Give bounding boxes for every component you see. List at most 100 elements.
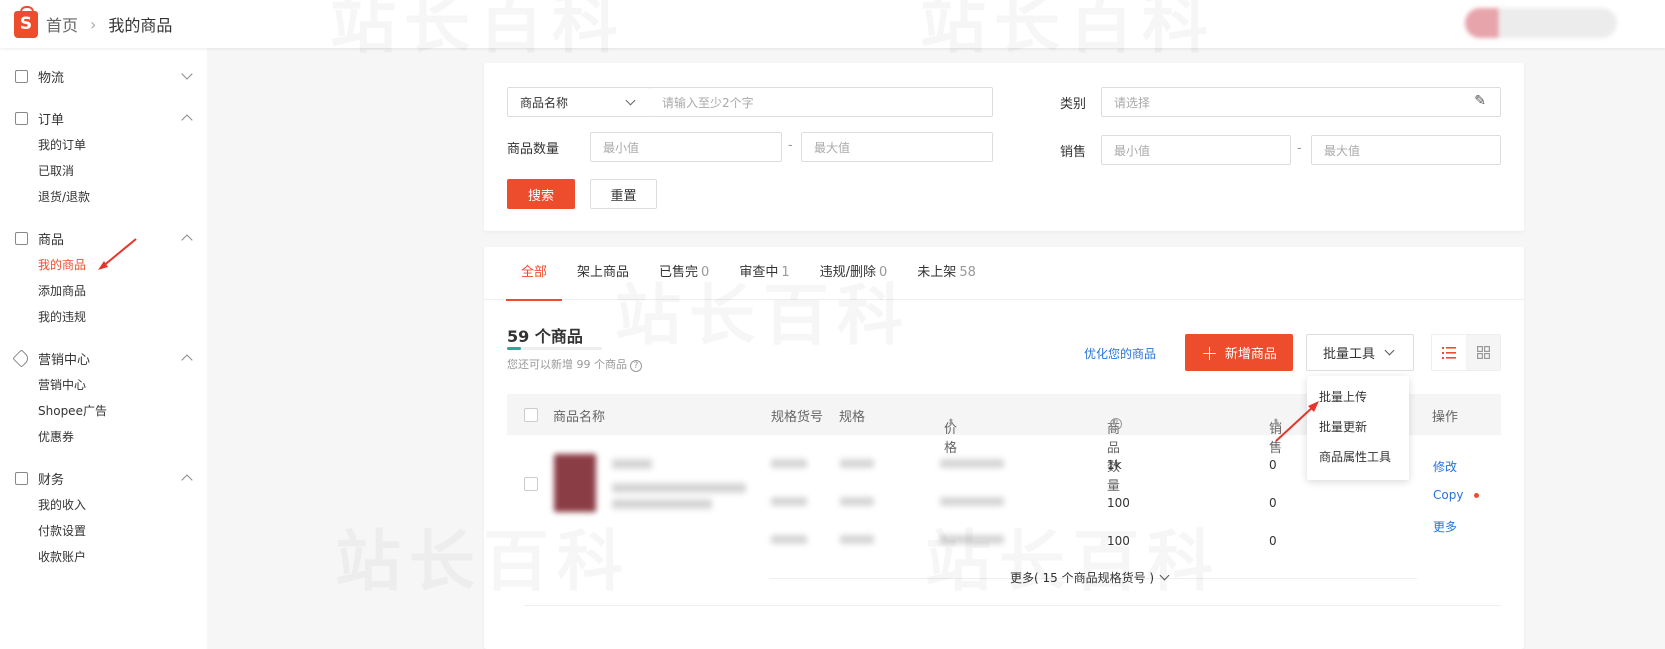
sidebar-item-my-income[interactable]: 我的收入	[0, 492, 207, 518]
chevron-down-icon	[625, 95, 636, 106]
tab-reviewing[interactable]: 审查中 1	[724, 247, 804, 300]
chevron-down-icon	[1159, 570, 1170, 581]
list-view-icon[interactable]	[1432, 335, 1466, 370]
sidebar-item-returns[interactable]: 退货/退款	[0, 184, 207, 210]
sidebar-item-shopee-ads[interactable]: Shopee广告	[0, 398, 207, 424]
row-qty: 100	[1107, 534, 1130, 548]
tab-all[interactable]: 全部	[506, 247, 563, 301]
spec-blurred	[840, 535, 874, 544]
sales-min-input[interactable]: 最小值	[1101, 135, 1291, 165]
tab-live[interactable]: 架上商品	[562, 247, 644, 300]
sidebar-group-finance: 财务 我的收入 付款设置 收款账户	[0, 464, 207, 570]
show-more-variants[interactable]: 更多( 15 个商品规格货号 )	[1010, 569, 1170, 586]
menu-item-batch-upload[interactable]: 批量上传	[1307, 386, 1409, 416]
chevron-up-icon[interactable]	[181, 114, 193, 126]
new-dot-icon	[1474, 493, 1479, 498]
edit-link[interactable]: 修改	[1433, 458, 1457, 475]
sidebar-group-header[interactable]: 财务	[0, 464, 207, 492]
batch-tools-menu: 批量上传 批量更新 商品属性工具	[1307, 376, 1409, 480]
sidebar-item-vouchers[interactable]: 优惠券	[0, 424, 207, 450]
product-thumbnail[interactable]	[554, 454, 596, 512]
wallet-icon	[15, 471, 28, 485]
quantity-max-input[interactable]: 最大值	[801, 132, 993, 162]
select-all-checkbox[interactable]	[524, 408, 538, 422]
row-qty: 1k	[1107, 458, 1122, 472]
quantity-label: 商品数量	[507, 142, 560, 157]
sort-icon: ⬍	[947, 418, 955, 428]
sidebar-group-orders: 订单 我的订单 已取消 退货/退款	[0, 104, 207, 210]
sidebar-group-marketing: 营销中心 营销中心 Shopee广告 优惠券	[0, 344, 207, 450]
spec-blurred	[840, 497, 874, 506]
product-title-blurred	[612, 483, 746, 493]
col-sku: 规格货号	[771, 410, 824, 425]
account-avatar[interactable]	[1465, 8, 1617, 38]
sidebar-item-cancelled[interactable]: 已取消	[0, 158, 207, 184]
row-checkbox[interactable]	[524, 477, 538, 491]
annotation-arrow-icon	[1275, 401, 1319, 442]
tab-violation[interactable]: 违规/删除 0	[805, 247, 903, 300]
sidebar-group-header[interactable]: 营销中心	[0, 344, 207, 372]
add-product-button[interactable]: + 新增商品	[1185, 334, 1293, 371]
menu-item-batch-update[interactable]: 批量更新	[1307, 416, 1409, 446]
sidebar-item-marketing-center[interactable]: 营销中心	[0, 372, 207, 398]
view-toggle	[1431, 334, 1501, 371]
shopee-logo-icon[interactable]: S	[14, 5, 38, 38]
sidebar-group-logistics: 物流	[0, 62, 207, 90]
menu-item-attribute-tool[interactable]: 商品属性工具	[1307, 446, 1409, 476]
box-icon	[15, 69, 28, 83]
name-search-input[interactable]: 请输入至少2个字	[650, 87, 993, 117]
tab-unlisted[interactable]: 未上架 58	[902, 247, 991, 300]
copy-link[interactable]: Copy	[1433, 488, 1463, 502]
reset-button[interactable]: 重置	[590, 179, 657, 209]
quota-progress-bar	[507, 347, 602, 350]
sidebar-group-header[interactable]: 订单	[0, 104, 207, 132]
sidebar-item-my-orders[interactable]: 我的订单	[0, 132, 207, 158]
breadcrumb-current: 我的商品	[108, 16, 173, 35]
sidebar-item-bank-account[interactable]: 收款账户	[0, 544, 207, 570]
more-link[interactable]: 更多	[1433, 518, 1457, 535]
batch-tools-button[interactable]: 批量工具	[1306, 334, 1414, 371]
product-title-blurred	[612, 499, 712, 509]
sales-label: 销售	[1060, 145, 1087, 160]
sort-icon: ⬍	[1110, 418, 1118, 428]
range-dash: -	[788, 138, 793, 153]
filter-panel: 商品名称 请输入至少2个字 类别 请选择 ✎ 商品数量 最小值 - 最大值 销售…	[484, 63, 1524, 231]
top-header: S 首页 › 我的商品	[0, 0, 1665, 48]
price-blurred	[940, 535, 1004, 544]
annotation-arrow-icon	[98, 238, 137, 270]
chevron-down-icon[interactable]	[181, 68, 193, 80]
sidebar-item-add-product[interactable]: 添加商品	[0, 278, 207, 304]
category-select[interactable]: 请选择 ✎	[1101, 87, 1501, 117]
spec-blurred	[840, 459, 874, 468]
tab-sold-out[interactable]: 已售完 0	[644, 247, 724, 300]
col-name: 商品名称	[553, 410, 606, 425]
name-field-select[interactable]: 商品名称	[507, 87, 651, 117]
product-icon	[15, 231, 28, 245]
pencil-icon[interactable]: ✎	[1474, 93, 1486, 109]
sales-max-input[interactable]: 最大值	[1311, 135, 1501, 165]
breadcrumb-separator-icon: ›	[90, 14, 97, 34]
chevron-up-icon[interactable]	[181, 234, 193, 246]
price-blurred	[940, 459, 1004, 468]
optimize-products-link[interactable]: 优化您的商品	[1084, 345, 1156, 362]
row-sales: 0	[1269, 496, 1277, 510]
sidebar-group-header[interactable]: 物流	[0, 62, 207, 90]
sku-blurred	[771, 535, 807, 544]
sku-blurred	[771, 497, 807, 506]
quota-progress-fill	[507, 347, 522, 350]
col-action: 操作	[1432, 410, 1459, 425]
tag-icon	[12, 348, 31, 368]
chevron-up-icon[interactable]	[181, 354, 193, 366]
col-spec: 规格	[839, 410, 866, 425]
chevron-down-icon	[1384, 345, 1395, 356]
grid-view-icon[interactable]	[1466, 335, 1500, 370]
chevron-up-icon[interactable]	[181, 474, 193, 486]
breadcrumb-home[interactable]: 首页	[46, 12, 78, 36]
search-button[interactable]: 搜索	[507, 179, 575, 209]
sku-blurred	[771, 459, 807, 468]
sidebar-item-payment-settings[interactable]: 付款设置	[0, 518, 207, 544]
quantity-min-input[interactable]: 最小值	[590, 132, 782, 162]
help-icon[interactable]: ?	[630, 360, 642, 372]
sidebar-item-my-violations[interactable]: 我的违规	[0, 304, 207, 330]
price-blurred	[940, 497, 1004, 506]
